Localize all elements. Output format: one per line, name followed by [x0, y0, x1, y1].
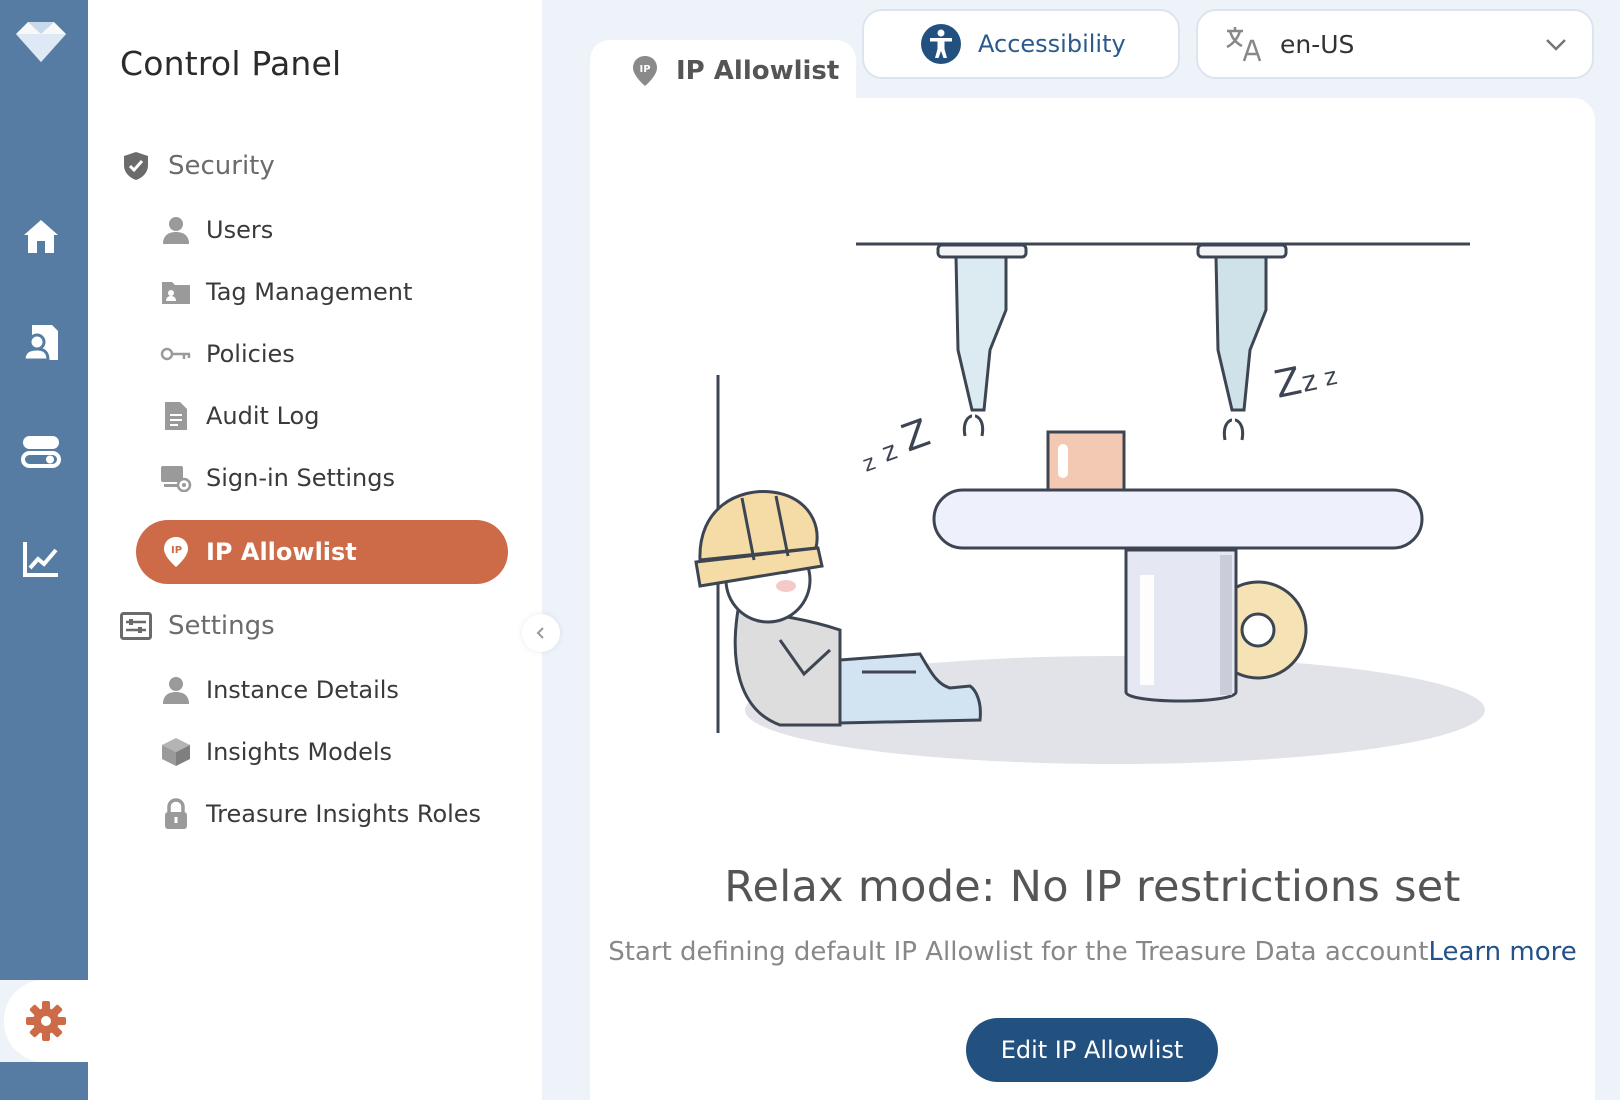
tag-folder-icon [160, 276, 192, 308]
sidebar-item-audit-log[interactable]: Audit Log [160, 396, 319, 436]
accessibility-icon [921, 24, 961, 64]
monitor-gear-icon [160, 462, 192, 494]
sidebar-item-sign-in-settings[interactable]: Sign-in Settings [160, 458, 395, 498]
nav-group-security[interactable]: Security [120, 146, 275, 186]
translate-icon [1226, 27, 1262, 62]
chevron-down-icon [1546, 39, 1566, 51]
lock-icon [160, 798, 192, 830]
svg-text:z: z [1321, 362, 1339, 392]
sidebar-item-label: Policies [206, 340, 295, 368]
user-icon [160, 214, 192, 246]
ip-pin-icon: IP [633, 56, 657, 86]
diamond-logo-icon[interactable] [10, 18, 72, 66]
control-panel-sidebar: Control Panel Security Users Tag Managem… [88, 0, 542, 1100]
svg-text:IP: IP [171, 545, 182, 556]
empty-state-subtitle: Start defining default IP Allowlist for … [590, 937, 1595, 967]
svg-text:Z: Z [896, 410, 936, 460]
shield-icon [120, 150, 152, 182]
empty-state-subtitle-text: Start defining default IP Allowlist for … [608, 937, 1429, 967]
sidebar-item-label: Insights Models [206, 738, 393, 766]
user-document-icon [22, 325, 58, 362]
sidebar-item-label: Treasure Insights Roles [206, 800, 482, 828]
nav-group-label: Settings [168, 611, 275, 641]
svg-text:IP: IP [640, 64, 651, 75]
toggle-icon [21, 436, 61, 468]
sidebar-item-label: Audit Log [206, 402, 320, 430]
sidebar-item-label: Sign-in Settings [206, 464, 395, 492]
svg-text:z: z [860, 450, 879, 477]
tab-label: IP Allowlist [676, 56, 840, 86]
empty-state-title: Relax mode: No IP restrictions set [724, 862, 1461, 912]
rail-user-document-button[interactable] [14, 316, 68, 370]
sidebar-item-users[interactable]: Users [160, 210, 273, 250]
sidebar-item-insights-models[interactable]: Insights Models [160, 732, 392, 772]
panel-title: Control Panel [120, 44, 342, 83]
cube-icon [160, 736, 192, 768]
chart-icon [23, 542, 58, 577]
gear-icon [26, 1001, 66, 1041]
sidebar-item-ip-allowlist[interactable]: IP IP Allowlist [136, 520, 508, 584]
sidebar-item-label: Instance Details [206, 676, 399, 704]
learn-more-link[interactable]: Learn more [1428, 937, 1576, 967]
nav-group-label: Security [168, 151, 275, 181]
sidebar-item-tag-management[interactable]: Tag Management [160, 272, 412, 312]
language-select[interactable]: en-US [1196, 9, 1594, 79]
document-icon [160, 400, 192, 432]
rail-chart-button[interactable] [14, 532, 68, 586]
sleeping-worker-illustration: Z z z z z Z [694, 242, 1485, 764]
home-icon [24, 220, 58, 253]
ip-pin-icon: IP [160, 536, 192, 568]
rail-toggle-button[interactable] [14, 424, 68, 478]
svg-text:z: z [878, 436, 901, 469]
edit-ip-allowlist-button[interactable]: Edit IP Allowlist [966, 1018, 1218, 1082]
nav-group-settings[interactable]: Settings [120, 606, 275, 646]
sidebar-item-label: IP Allowlist [206, 538, 357, 566]
accessibility-label: Accessibility [978, 30, 1126, 58]
key-icon [160, 338, 192, 370]
language-value: en-US [1280, 29, 1355, 59]
rail-home-button[interactable] [14, 210, 68, 264]
sidebar-item-label: Users [206, 216, 274, 244]
sidebar-item-treasure-insights-roles[interactable]: Treasure Insights Roles [160, 794, 481, 834]
chevron-left-icon [536, 627, 544, 639]
collapse-sidebar-button[interactable] [522, 614, 560, 652]
settings-panel-icon [120, 610, 152, 642]
app-rail [0, 0, 88, 1100]
tab-ip-allowlist[interactable]: IP IP Allowlist [590, 40, 856, 102]
sidebar-item-label: Tag Management [206, 278, 413, 306]
accessibility-button[interactable]: Accessibility [862, 9, 1180, 79]
rail-settings-button[interactable] [0, 980, 88, 1062]
sidebar-item-instance-details[interactable]: Instance Details [160, 670, 399, 710]
user-icon [160, 674, 192, 706]
sidebar-item-policies[interactable]: Policies [160, 334, 295, 374]
